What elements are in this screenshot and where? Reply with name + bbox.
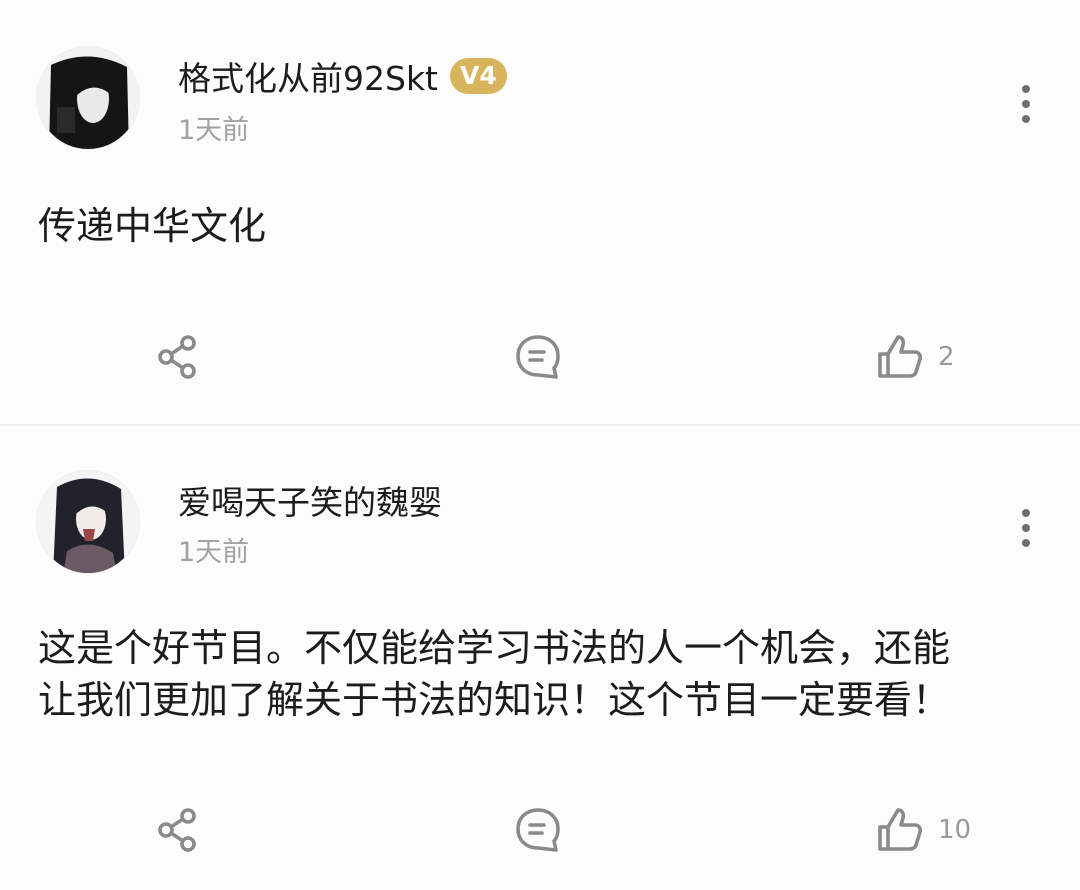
comment-button[interactable] [512,798,564,862]
share-icon [158,808,196,852]
like-button[interactable]: 10 [874,798,971,862]
like-count: 10 [938,815,972,845]
action-bar: 2 [0,325,1080,389]
avatar-image-icon [37,471,139,573]
comment-text: 这是个好节目。不仅能给学习书法的人一个机会，还能 让我们更加了解关于书法的知识！… [38,626,951,722]
username[interactable]: 爱喝天子笑的魏婴 [178,476,442,524]
comment-card: 爱喝天子笑的魏婴 1天前 这是个好节目。不仅能给学习书法的人一个机会，还能 让我… [0,426,1080,890]
more-vertical-icon [1022,85,1030,123]
username-row: 爱喝天子笑的魏婴 [178,478,442,522]
level-badge: V4 [450,58,507,94]
username-row: 格式化从前92Skt V4 [178,54,507,98]
avatar[interactable] [36,46,140,150]
comment-bubble-icon [516,808,560,852]
thumbs-up-icon [878,808,923,851]
more-options-button[interactable] [1004,498,1048,558]
avatar-image-icon [37,47,139,149]
more-vertical-icon [1022,509,1030,547]
comment-bubble-icon [516,335,560,379]
share-icon [158,335,196,379]
comment-text: 传递中华文化 [38,204,267,248]
action-bar: 10 [0,798,1080,862]
share-button[interactable] [154,325,202,389]
timestamp: 1天前 [178,115,250,146]
comment-button[interactable] [512,325,564,389]
timestamp: 1天前 [178,537,250,568]
like-button[interactable]: 2 [874,325,955,389]
like-count: 2 [938,342,955,372]
share-button[interactable] [154,798,202,862]
username[interactable]: 格式化从前92Skt [178,52,438,100]
thumbs-up-icon [878,335,923,378]
avatar[interactable] [36,470,140,574]
comment-feed: 格式化从前92Skt V4 1天前 传递中华文化 2 爱喝天子笑的魏婴 1天前 … [0,0,1080,890]
more-options-button[interactable] [1004,74,1048,134]
comment-card: 格式化从前92Skt V4 1天前 传递中华文化 2 [0,0,1080,424]
